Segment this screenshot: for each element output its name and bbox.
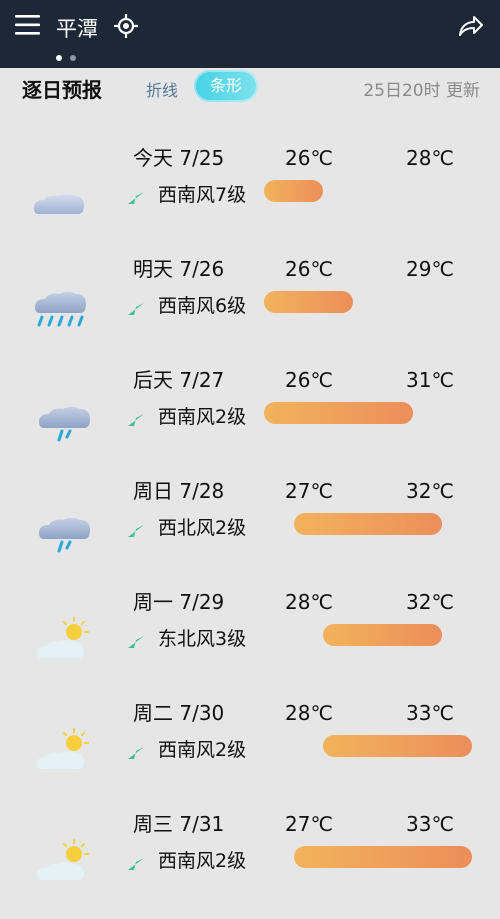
wind-text: 西南风2级 — [158, 406, 247, 428]
share-icon[interactable] — [458, 14, 484, 38]
light-rain-icon — [39, 407, 90, 442]
high-temp: 33℃ — [406, 701, 454, 725]
cloudy-icon — [34, 194, 84, 214]
low-temp: 27℃ — [285, 812, 333, 836]
forecast-row[interactable]: 周二 7/30 西南风2级 28℃ 33℃ — [0, 697, 500, 808]
page-dot — [56, 55, 62, 61]
low-temp: 26℃ — [285, 368, 333, 392]
day-label: 今天 7/25 — [133, 146, 225, 170]
forecast-row[interactable]: 周一 7/29 东北风3级 28℃ 32℃ — [0, 586, 500, 697]
partly-cloudy-icon — [37, 617, 89, 658]
tab-line-chart[interactable]: 折线 — [146, 77, 178, 101]
temp-range-bar — [264, 180, 324, 202]
low-temp: 26℃ — [285, 146, 333, 170]
wind-text: 西北风2级 — [158, 517, 247, 539]
temp-range-bar — [323, 624, 443, 646]
temp-range-bar — [323, 735, 472, 757]
day-label: 周二 7/30 — [133, 701, 225, 725]
wind-direction-icon — [128, 747, 144, 759]
update-time: 25日20时 更新 — [363, 81, 480, 101]
top-bar: 平潭 — [0, 0, 500, 68]
low-temp: 28℃ — [285, 701, 333, 725]
day-label: 周日 7/28 — [133, 479, 225, 503]
forecast-row[interactable]: 周三 7/31 西南风2级 27℃ 33℃ — [0, 808, 500, 919]
high-temp: 33℃ — [406, 812, 454, 836]
wind-text: 东北风3级 — [158, 628, 247, 650]
forecast-row[interactable]: 后天 7/27 西南风2级 26℃ 31℃ — [0, 364, 500, 475]
wind-direction-icon — [128, 192, 144, 204]
wind-direction-icon — [128, 414, 144, 426]
location-crosshair-icon[interactable] — [114, 14, 138, 38]
forecast-header: 逐日预报 折线 条形 25日20时 更新 — [0, 68, 500, 108]
page-indicator — [56, 55, 76, 61]
high-temp: 28℃ — [406, 146, 454, 170]
forecast-row[interactable]: 今天 7/25 西南风7级 26℃ 28℃ — [0, 142, 500, 253]
high-temp: 32℃ — [406, 479, 454, 503]
menu-icon[interactable] — [15, 13, 41, 37]
high-temp: 32℃ — [406, 590, 454, 614]
temp-range-bar — [293, 846, 472, 868]
wind-direction-icon — [128, 636, 144, 648]
page-dot — [70, 55, 76, 61]
city-name[interactable]: 平潭 — [56, 13, 98, 43]
day-label: 周三 7/31 — [133, 812, 225, 836]
temp-range-bar — [264, 402, 413, 424]
wind-text: 西南风2级 — [158, 850, 247, 872]
wind-text: 西南风6级 — [158, 295, 247, 317]
wind-text: 西南风2级 — [158, 739, 247, 761]
low-temp: 28℃ — [285, 590, 333, 614]
day-label: 后天 7/27 — [133, 368, 225, 392]
day-label: 明天 7/26 — [133, 257, 225, 281]
partly-cloudy-icon — [37, 728, 89, 769]
wind-direction-icon — [128, 303, 144, 315]
forecast-row[interactable]: 明天 7/26 西南风6级 26℃ 29℃ — [0, 253, 500, 364]
tab-bar-chart[interactable]: 条形 — [194, 70, 258, 102]
forecast-row[interactable]: 周日 7/28 西北风2级 27℃ 32℃ — [0, 475, 500, 586]
temp-range-bar — [264, 291, 354, 313]
low-temp: 27℃ — [285, 479, 333, 503]
heavy-rain-icon — [35, 292, 86, 327]
section-title: 逐日预报 — [22, 78, 102, 102]
high-temp: 29℃ — [406, 257, 454, 281]
partly-cloudy-icon — [37, 839, 89, 880]
temp-range-bar — [293, 513, 443, 535]
wind-direction-icon — [128, 525, 144, 537]
wind-text: 西南风7级 — [158, 184, 247, 206]
high-temp: 31℃ — [406, 368, 454, 392]
day-label: 周一 7/29 — [133, 590, 225, 614]
low-temp: 26℃ — [285, 257, 333, 281]
light-rain-icon — [39, 518, 90, 553]
wind-direction-icon — [128, 858, 144, 870]
